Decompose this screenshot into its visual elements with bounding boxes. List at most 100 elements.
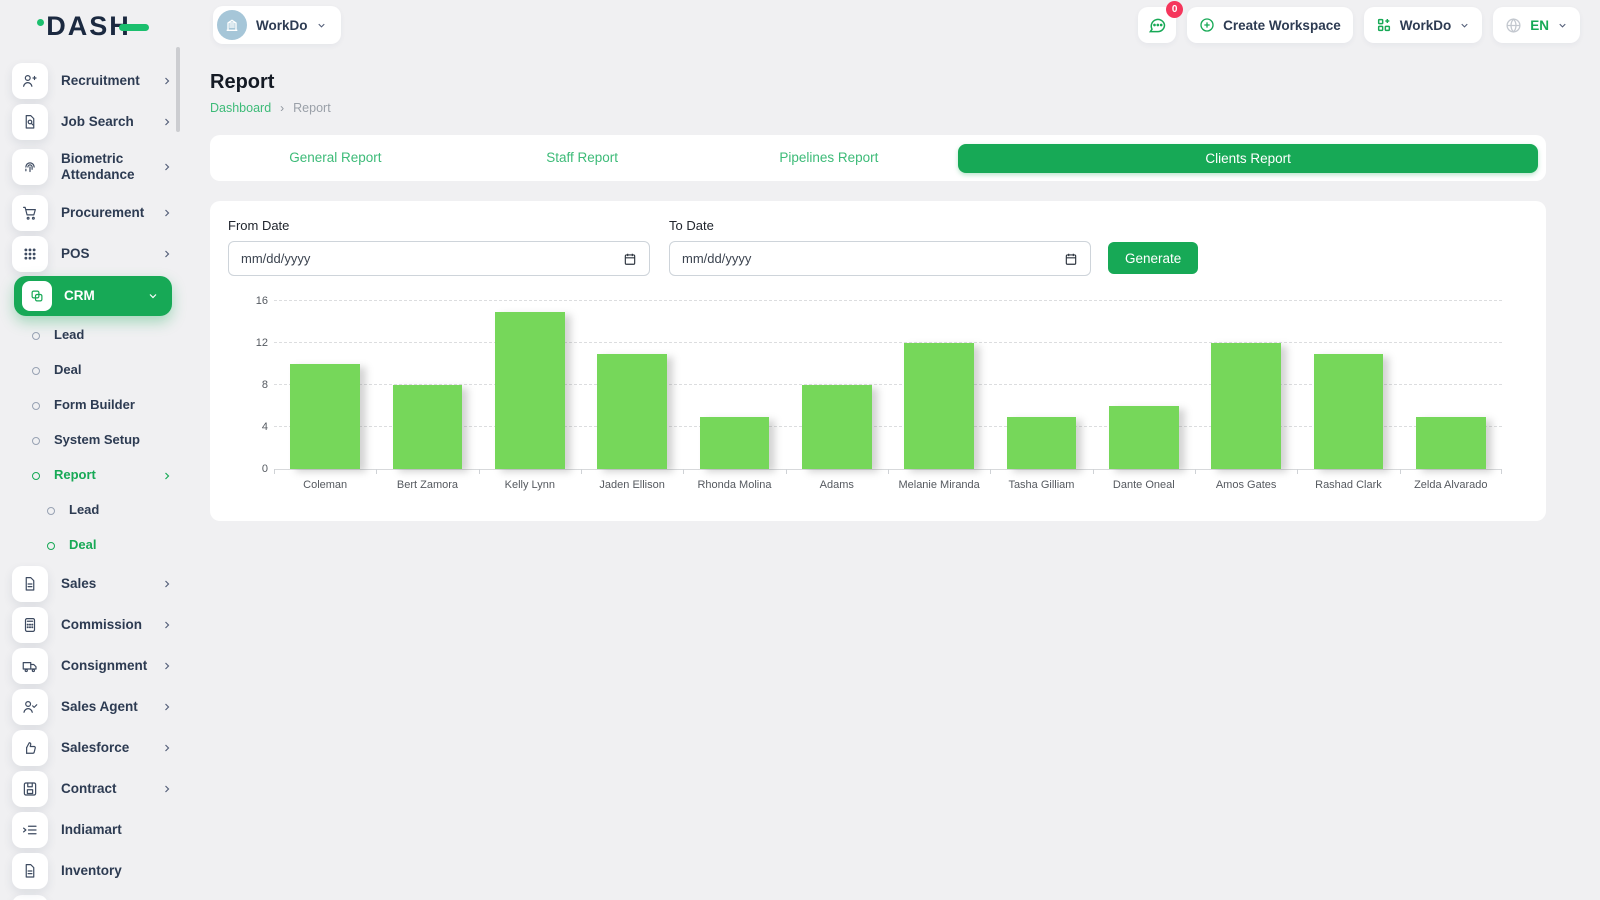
workdo-apps-dropdown[interactable]: WorkDo <box>1364 7 1483 43</box>
x-axis-tick <box>1093 469 1094 474</box>
sidebar-item-inventory[interactable]: Inventory <box>0 850 186 891</box>
bar-kelly-lynn <box>495 312 565 470</box>
sidebar-item-label: CRM <box>64 288 95 304</box>
sidebar-item-label: Form Builder <box>54 398 135 413</box>
sidebar-scrollbar[interactable] <box>176 47 180 132</box>
calendar-icon[interactable] <box>623 252 637 266</box>
circle-bullet-icon <box>32 472 40 480</box>
workspace-name: WorkDo <box>256 18 308 33</box>
x-axis-tick <box>376 469 377 474</box>
language-dropdown[interactable]: EN <box>1493 7 1580 43</box>
x-axis-category-label: Kelly Lynn <box>479 479 581 491</box>
sidebar-item-label: Deal <box>69 538 96 553</box>
circle-bullet-icon <box>32 402 40 410</box>
sidebar-item-sales-agent[interactable]: Sales Agent <box>0 686 186 727</box>
circle-bullet-icon <box>47 542 55 550</box>
logo-dot-icon <box>37 19 44 26</box>
sidebar-item-partial[interactable] <box>12 895 48 900</box>
chart-plot: 0481216 <box>274 302 1502 470</box>
sidebar-subitem-system-setup[interactable]: System Setup <box>0 423 186 458</box>
create-workspace-button[interactable]: Create Workspace <box>1187 7 1353 43</box>
building-icon <box>224 17 240 33</box>
sidebar-item-salesforce[interactable]: Salesforce <box>0 727 186 768</box>
language-label: EN <box>1530 18 1549 33</box>
bar-coleman <box>290 364 360 469</box>
workspace-avatar <box>217 10 247 40</box>
sidebar-item-label: Consignment <box>61 658 147 674</box>
x-axis-category-label: Coleman <box>274 479 376 491</box>
sidebar-item-label: Contract <box>61 781 117 797</box>
sidebar-item-label: Recruitment <box>61 73 140 89</box>
messages-badge: 0 <box>1166 1 1183 18</box>
sidebar-item-label: Report <box>54 468 96 483</box>
sidebar-item-biometric-attendance[interactable]: BiometricAttendance <box>0 142 186 192</box>
chart-slot <box>274 302 376 469</box>
sidebar-nav: Recruitment Job Search BiometricAttendance… <box>0 52 186 891</box>
app-logo[interactable]: DASH <box>0 0 186 52</box>
sidebar-item-procurement[interactable]: Procurement <box>0 192 186 233</box>
from-date-field: From Date <box>228 218 650 276</box>
x-axis-category-label: Rashad Clark <box>1297 479 1399 491</box>
bar-rashad-clark <box>1314 354 1384 470</box>
breadcrumb-dashboard-link[interactable]: Dashboard <box>210 101 271 115</box>
workdo-dropdown-label: WorkDo <box>1400 18 1452 33</box>
tab-general-report[interactable]: General Report <box>212 135 459 181</box>
sidebar-subitem-report[interactable]: Report <box>0 458 186 493</box>
indiamart-icon <box>12 812 48 848</box>
sidebar-item-pos[interactable]: POS <box>0 233 186 274</box>
sidebar-item-sales[interactable]: Sales <box>0 563 186 604</box>
sidebar-subitem-deal[interactable]: Deal <box>0 353 186 388</box>
plus-circle-icon <box>1199 17 1215 33</box>
tab-clients-report[interactable]: Clients Report <box>958 144 1538 173</box>
sidebar-item-recruitment[interactable]: Recruitment <box>0 60 186 101</box>
to-date-label: To Date <box>669 218 1091 233</box>
inventory-icon <box>12 853 48 889</box>
sidebar-item-label: Lead <box>54 328 84 343</box>
tab-pipelines-report[interactable]: Pipelines Report <box>706 135 953 181</box>
to-date-text[interactable] <box>682 251 1064 266</box>
sidebar-item-label: BiometricAttendance <box>61 151 135 182</box>
sidebar-item-label: Lead <box>69 503 99 518</box>
sidebar-item-label: Commission <box>61 617 142 633</box>
messages-button[interactable]: 0 <box>1138 7 1176 43</box>
x-axis-category-label: Zelda Alvarado <box>1400 479 1502 491</box>
calendar-icon[interactable] <box>1064 252 1078 266</box>
from-date-input[interactable] <box>228 241 650 276</box>
sidebar-item-consignment[interactable]: Consignment <box>0 645 186 686</box>
sales-agent-icon <box>12 689 48 725</box>
x-axis-tick <box>1501 469 1502 474</box>
sidebar-subitem-deal[interactable]: Deal <box>0 528 186 563</box>
sidebar-item-job-search[interactable]: Job Search <box>0 101 186 142</box>
bar-bert-zamora <box>393 385 463 469</box>
x-axis-category-label: Dante Oneal <box>1093 479 1195 491</box>
chart-slot <box>1093 302 1195 469</box>
bar-adams <box>802 385 872 469</box>
chevron-right-icon <box>161 660 173 672</box>
sidebar-item-contract[interactable]: Contract <box>0 768 186 809</box>
sidebar-subitem-lead[interactable]: Lead <box>0 493 186 528</box>
generate-button[interactable]: Generate <box>1108 242 1198 274</box>
chevron-right-icon <box>161 701 173 713</box>
circle-bullet-icon <box>32 437 40 445</box>
app-grid-icon <box>1376 17 1392 33</box>
chevron-down-icon <box>1459 20 1470 31</box>
sidebar-item-label: Job Search <box>61 114 134 130</box>
chevron-down-icon <box>316 20 327 31</box>
sidebar-item-crm[interactable]: CRM <box>14 276 172 316</box>
sidebar-subitem-lead[interactable]: Lead <box>0 318 186 353</box>
sidebar-item-commission[interactable]: Commission <box>0 604 186 645</box>
chart-slot <box>888 302 990 469</box>
commission-icon <box>12 607 48 643</box>
workspace-switcher[interactable]: WorkDo <box>213 6 341 44</box>
circle-bullet-icon <box>32 332 40 340</box>
from-date-text[interactable] <box>241 251 623 266</box>
sidebar-item-label: Deal <box>54 363 81 378</box>
sidebar-item-label: Sales <box>61 576 96 592</box>
to-date-input[interactable] <box>669 241 1091 276</box>
x-axis-category-label: Rhonda Molina <box>683 479 785 491</box>
tab-staff-report[interactable]: Staff Report <box>459 135 706 181</box>
x-axis-category-label: Bert Zamora <box>376 479 478 491</box>
sidebar-subitem-form-builder[interactable]: Form Builder <box>0 388 186 423</box>
sidebar-item-indiamart[interactable]: Indiamart <box>0 809 186 850</box>
x-axis-category-label: Adams <box>786 479 888 491</box>
